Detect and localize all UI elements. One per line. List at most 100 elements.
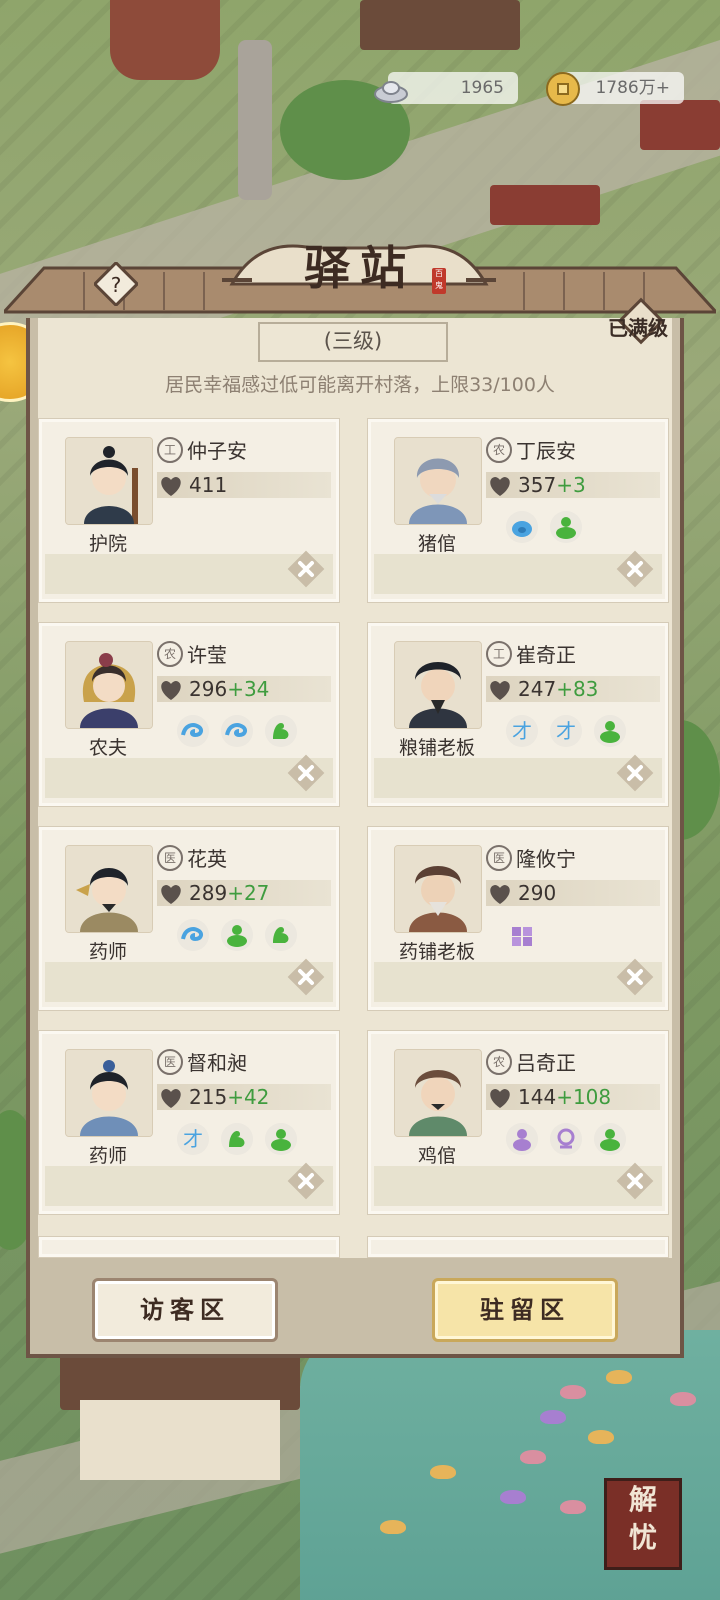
green-muscle-icon[interactable] — [265, 919, 297, 951]
resident-name: 崔奇正 — [516, 643, 576, 667]
talent-icon[interactable]: 才 — [177, 1123, 209, 1155]
resident-name: 许莹 — [187, 643, 227, 667]
resident-card[interactable]: 农夫 农 许莹 296+34 — [38, 622, 340, 807]
resident-job: 粮铺老板 — [398, 737, 475, 759]
dismiss-resident-icon[interactable] — [283, 954, 329, 1000]
resident-name: 仲子安 — [187, 439, 247, 463]
talent-icon[interactable]: 才 — [506, 715, 538, 747]
green-figure-icon[interactable] — [550, 511, 582, 543]
blue-swirl-icon[interactable] — [177, 919, 209, 951]
resident-portrait — [394, 437, 482, 525]
dismiss-resident-icon[interactable] — [283, 750, 329, 796]
happiness-icon — [490, 681, 510, 700]
resident-job: 农夫 — [88, 737, 127, 759]
resident-job: 猪倌 — [417, 533, 456, 555]
green-figure-icon[interactable] — [265, 1123, 297, 1155]
purple-cubes-icon[interactable] — [506, 919, 538, 951]
happiness-icon — [490, 477, 510, 496]
resident-card-partial[interactable] — [38, 1236, 340, 1258]
resident-name: 丁辰安 — [516, 439, 576, 463]
category-badge: 工 — [157, 437, 183, 463]
resident-name: 督和昶 — [187, 1051, 247, 1075]
station-level: (三级) — [258, 322, 448, 362]
happiness-value: 411 — [189, 473, 228, 497]
category-badge: 工 — [486, 641, 512, 667]
talent-icon[interactable]: 才 — [550, 715, 582, 747]
max-level-label: 已满级 — [608, 316, 668, 340]
resident-name: 吕奇正 — [516, 1051, 576, 1075]
resident-portrait — [394, 641, 482, 729]
resident-portrait — [65, 845, 153, 933]
relief-button[interactable]: 解忧 — [604, 1478, 682, 1570]
happiness-value: 289+27 — [189, 881, 270, 905]
resident-card[interactable]: 护院 工 仲子安 411 — [38, 418, 340, 603]
copper-coin-icon — [546, 72, 580, 106]
happiness-value: 290 — [518, 881, 557, 905]
resident-job: 护院 — [88, 533, 127, 555]
resident-job: 药铺老板 — [398, 941, 475, 963]
visitor-zone-button[interactable]: 访客区 — [92, 1278, 278, 1342]
red-seal-stamp: 百鬼 — [432, 268, 446, 294]
green-figure-icon[interactable] — [594, 715, 626, 747]
resident-portrait — [394, 1049, 482, 1137]
dismiss-resident-icon[interactable] — [283, 1158, 329, 1204]
pavilion — [110, 0, 220, 80]
category-badge: 医 — [157, 1049, 183, 1075]
stay-zone-button[interactable]: 驻留区 — [432, 1278, 618, 1342]
dismiss-resident-icon[interactable] — [612, 750, 658, 796]
resident-job: 鸡倌 — [417, 1145, 456, 1167]
happiness-value: 357+3 — [518, 473, 586, 497]
stone-pillar — [238, 40, 272, 200]
happiness-icon — [490, 885, 510, 904]
svg-text:才: 才 — [183, 1127, 203, 1151]
green-figure-icon[interactable] — [221, 919, 253, 951]
pig-icon[interactable] — [506, 511, 538, 543]
happiness-icon — [490, 1089, 510, 1108]
green-figure-icon[interactable] — [594, 1123, 626, 1155]
blue-swirl-icon[interactable] — [221, 715, 253, 747]
resident-portrait — [65, 1049, 153, 1137]
silver-ingot-icon — [374, 81, 408, 103]
resident-card[interactable]: 鸡倌 农 吕奇正 144+108 — [367, 1030, 669, 1215]
resident-name: 隆攸宁 — [516, 847, 576, 871]
happiness-value: 296+34 — [189, 677, 270, 701]
resident-card[interactable]: 药铺老板 医 隆攸宁 290 — [367, 826, 669, 1011]
dismiss-resident-icon[interactable] — [283, 546, 329, 592]
category-badge: 医 — [157, 845, 183, 871]
purple-figure-icon[interactable] — [506, 1123, 538, 1155]
resident-job: 药师 — [88, 1145, 127, 1167]
resident-card[interactable]: 粮铺老板 工 崔奇正 247+83 才 才 — [367, 622, 669, 807]
dismiss-resident-icon[interactable] — [612, 954, 658, 1000]
happiness-value: 144+108 — [518, 1085, 612, 1109]
category-badge: 医 — [486, 845, 512, 871]
capacity-description: 居民幸福感过低可能离开村落，上限33/100人 — [165, 374, 555, 396]
blue-swirl-icon[interactable] — [177, 715, 209, 747]
resident-portrait — [394, 845, 482, 933]
resident-job: 药师 — [88, 941, 127, 963]
happiness-icon — [161, 885, 181, 904]
purple-ring-icon[interactable] — [550, 1123, 582, 1155]
resident-card[interactable]: 猪倌 农 丁辰安 357+3 — [367, 418, 669, 603]
green-muscle-icon[interactable] — [265, 715, 297, 747]
resident-portrait — [65, 641, 153, 729]
resident-portrait — [65, 437, 153, 525]
svg-text:?: ? — [111, 273, 122, 297]
resident-card[interactable]: 药师 医 花英 289+27 — [38, 826, 340, 1011]
happiness-value: 247+83 — [518, 677, 599, 701]
category-badge: 农 — [486, 437, 512, 463]
svg-text:才: 才 — [512, 719, 532, 743]
happiness-icon — [161, 681, 181, 700]
green-muscle-icon[interactable] — [221, 1123, 253, 1155]
svg-text:才: 才 — [556, 719, 576, 743]
happiness-value: 215+42 — [189, 1085, 270, 1109]
resident-name: 花英 — [187, 847, 227, 871]
resident-card[interactable]: 药师 医 督和昶 215+42 才 — [38, 1030, 340, 1215]
dismiss-resident-icon[interactable] — [612, 546, 658, 592]
help-icon[interactable]: ? — [94, 262, 138, 306]
happiness-icon — [161, 1089, 181, 1108]
category-badge: 农 — [157, 641, 183, 667]
dismiss-resident-icon[interactable] — [612, 1158, 658, 1204]
category-badge: 农 — [486, 1049, 512, 1075]
happiness-icon — [161, 477, 181, 496]
resident-card-partial[interactable] — [367, 1236, 669, 1258]
